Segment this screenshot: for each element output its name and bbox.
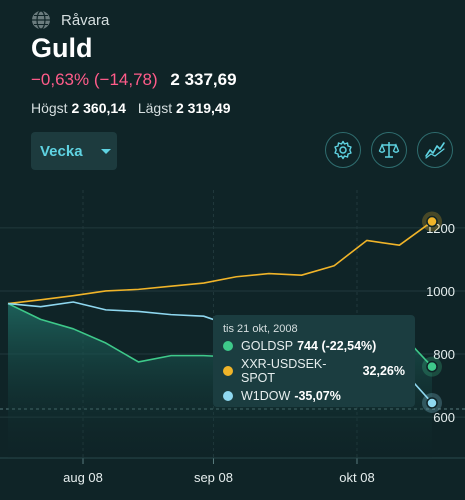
y-tick-label: 1000 [426,284,455,299]
tooltip-series-name: XXR-USDSEK-SPOT [241,357,327,385]
current-price: 2 337,69 [170,70,237,89]
w1dow-legend-dot [223,391,233,401]
chart-tooltip: tis 21 okt, 2008 GOLDSP 744 (-22,54%) XX… [213,315,415,407]
tooltip-date: tis 21 okt, 2008 [223,323,298,335]
x-tick-label: sep 08 [194,470,233,485]
settings-icon [334,140,352,160]
series-marker [426,397,438,409]
low-label: Lägst [137,100,173,116]
tooltip-row-usdsek: XXR-USDSEK-SPOT 32,26% [223,357,405,385]
tooltip-row-w1dow: W1DOW -35,07% [223,389,405,403]
compare-scale-icon [378,142,400,158]
tooltip-series-name: GOLDSP [241,339,294,353]
low-value: 2 319,49 [176,100,231,116]
chevron-down-icon [100,148,111,154]
x-tick-label: okt 08 [339,470,374,485]
y-tick-label: 600 [433,410,455,425]
period-dropdown[interactable]: Vecka [31,132,117,170]
page-title: Guld [31,33,93,63]
settings-button[interactable] [325,132,361,168]
globe-icon [32,10,50,30]
chart-type-icon [425,142,445,159]
series-marker [426,215,438,228]
usdsek-legend-dot [223,366,233,376]
high-value: 2 360,14 [71,100,126,116]
tooltip-series-value: 744 (-22,54%) [297,339,377,353]
x-tick-label: aug 08 [63,470,103,485]
chart-type-button[interactable] [417,132,453,168]
period-label: Vecka [40,142,83,160]
goldsp-legend-dot [223,341,233,351]
tooltip-series-value: 32,26% [362,364,405,378]
price-row: −0,63% (−14,78) 2 337,69 [31,70,237,90]
tooltip-series-value: -35,07% [294,389,341,403]
tooltip-row-goldsp: GOLDSP 744 (-22,54%) [223,339,405,353]
series-marker [426,360,438,373]
category-row: Råvara [31,10,109,30]
compare-button[interactable] [371,132,407,168]
tooltip-series-name: W1DOW [241,389,291,403]
price-change: −0,63% (−14,78) [31,70,158,89]
category-label: Råvara [61,11,110,29]
high-label: Högst [31,100,68,116]
day-range: Högst 2 360,14 Lägst 2 319,49 [31,100,231,116]
